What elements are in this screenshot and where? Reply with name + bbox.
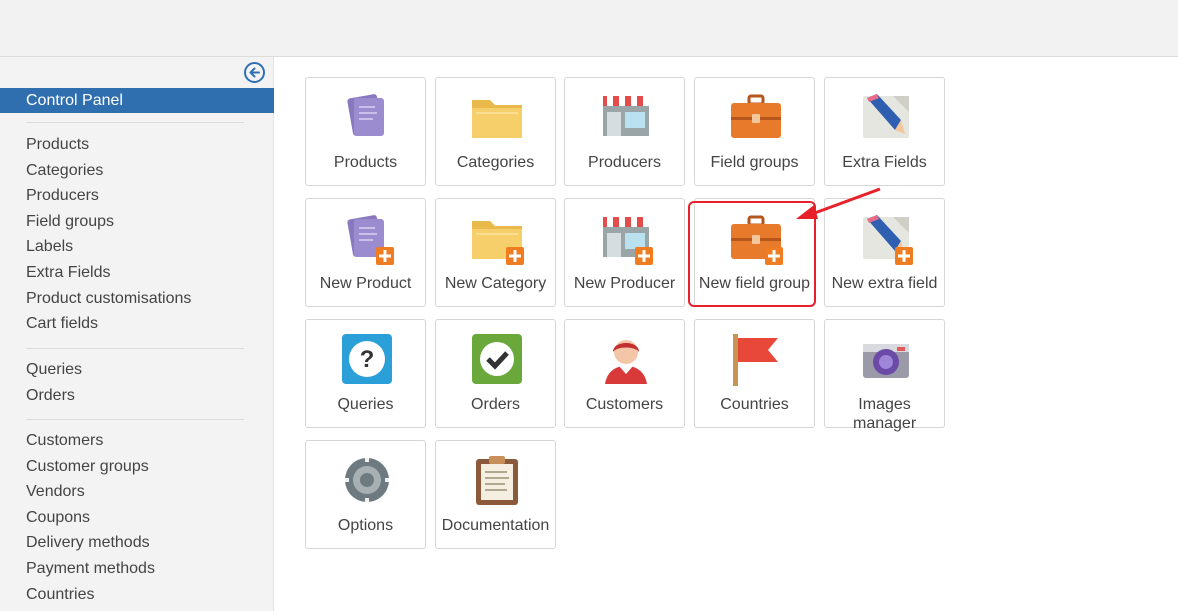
sidebar-item-cart-fields[interactable]: Cart fields (0, 311, 274, 337)
tile-orders[interactable]: Orders (435, 319, 556, 428)
tile-label: New Category (444, 275, 547, 292)
flag-icon (733, 334, 778, 386)
tile-producers[interactable]: Producers (564, 77, 685, 186)
camera-icon (863, 344, 909, 378)
tile-extra-fields[interactable]: Extra Fields (824, 77, 945, 186)
tile-label: Producers (588, 154, 661, 171)
sidebar-item-vendors[interactable]: Vendors (0, 479, 274, 505)
sidebar-item-delivery-methods[interactable]: Delivery methods (0, 530, 274, 556)
tile-field-groups[interactable]: Field groups (694, 77, 815, 186)
briefcase-icon (729, 94, 783, 140)
tile-label: Customers (585, 396, 664, 413)
sidebar-item-queries[interactable]: Queries (0, 357, 274, 383)
sidebar-group-sales: Queries Orders (0, 357, 274, 408)
tile-new-category[interactable]: New Category (435, 198, 556, 307)
top-bar (0, 0, 1178, 57)
sidebar-item-orders[interactable]: Orders (0, 383, 274, 409)
tile-label: New Producer (573, 275, 676, 292)
sidebar-item-labels[interactable]: Labels (0, 234, 274, 260)
products-icon (346, 93, 384, 137)
sidebar-item-payment-methods[interactable]: Payment methods (0, 556, 274, 582)
tile-label: Queries (337, 396, 394, 413)
tile-label: Orders (471, 396, 520, 413)
new-product-icon (346, 214, 394, 265)
folder-icon (472, 100, 522, 138)
sidebar-item-customers[interactable]: Customers (0, 428, 274, 454)
checkmark-icon (470, 332, 524, 386)
tile-new-field-group[interactable]: New field group (694, 198, 815, 307)
tile-images-manager[interactable]: Images manager (824, 319, 945, 432)
tile-label: Categories (456, 154, 535, 171)
tile-label: Products (333, 154, 398, 171)
sidebar-item-coupons[interactable]: Coupons (0, 505, 274, 531)
sidebar-item-countries[interactable]: Countries (0, 582, 274, 608)
tile-label: New Product (319, 275, 412, 292)
sidebar-item-categories[interactable]: Categories (0, 158, 274, 184)
tile-label: Options (337, 517, 394, 534)
customer-icon (605, 340, 647, 384)
tile-label: New extra field (831, 275, 938, 292)
sidebar-item-products[interactable]: Products (0, 132, 274, 158)
shop-icon (603, 96, 649, 136)
tile-label: Documentation (441, 517, 550, 534)
tile-countries[interactable]: Countries (694, 319, 815, 428)
new-pencil-icon (863, 215, 913, 265)
tile-label: Extra Fields (842, 154, 927, 171)
tile-options[interactable]: Options (305, 440, 426, 549)
clipboard-icon (476, 456, 518, 505)
tile-label: Countries (720, 396, 789, 413)
sidebar: Control Panel Products Categories Produc… (0, 57, 274, 611)
sidebar-divider (26, 419, 244, 420)
sidebar-divider (26, 348, 244, 349)
tile-products[interactable]: Products (305, 77, 426, 186)
sidebar-group-customers: Customers Customer groups Vendors Coupon… (0, 428, 274, 607)
tile-customers[interactable]: Customers (564, 319, 685, 428)
question-icon (342, 334, 392, 384)
pencil-icon (863, 94, 909, 138)
sidebar-item-producers[interactable]: Producers (0, 183, 274, 209)
tile-label: Images manager (853, 396, 917, 432)
sidebar-item-field-groups[interactable]: Field groups (0, 209, 274, 235)
sidebar-item-customer-groups[interactable]: Customer groups (0, 454, 274, 480)
new-briefcase-icon (729, 215, 783, 265)
sidebar-divider (26, 122, 244, 123)
arrow-left-circle-icon[interactable] (244, 62, 265, 83)
tile-documentation[interactable]: Documentation (435, 440, 556, 549)
tile-label: Field groups (710, 154, 799, 171)
tile-new-producer[interactable]: New Producer (564, 198, 685, 307)
sidebar-group-catalog: Products Categories Producers Field grou… (0, 132, 274, 337)
tile-new-extra-field[interactable]: New extra field (824, 198, 945, 307)
sidebar-item-product-customisations[interactable]: Product customisations (0, 286, 274, 312)
gear-icon (343, 456, 391, 504)
tile-categories[interactable]: Categories (435, 77, 556, 186)
tile-new-product[interactable]: New Product (305, 198, 426, 307)
tile-queries[interactable]: Queries (305, 319, 426, 428)
sidebar-item-extra-fields[interactable]: Extra Fields (0, 260, 274, 286)
sidebar-item-control-panel[interactable]: Control Panel (0, 88, 274, 113)
new-shop-icon (603, 217, 653, 265)
tile-label: New field group (698, 275, 811, 292)
new-folder-icon (472, 221, 524, 265)
